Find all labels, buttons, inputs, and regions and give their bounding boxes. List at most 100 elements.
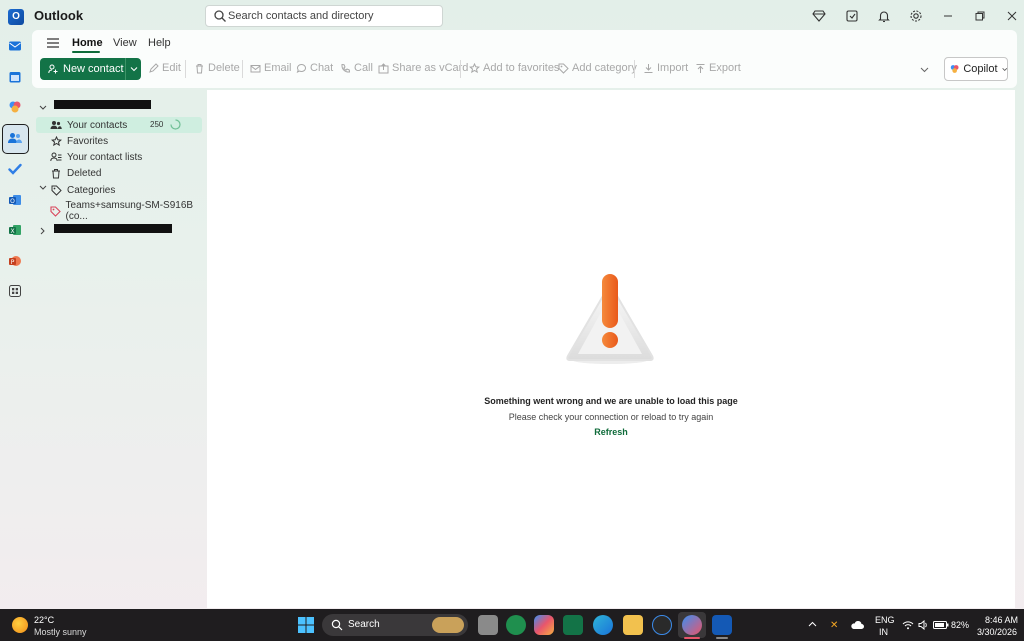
copilot-logo-icon bbox=[950, 65, 959, 73]
chevron-down-icon bbox=[1001, 67, 1007, 71]
copilot-button[interactable]: Copilot bbox=[944, 57, 1008, 81]
task-view-icon[interactable] bbox=[478, 615, 498, 635]
new-contact-button[interactable]: New contact bbox=[40, 58, 141, 80]
search-box[interactable]: Search contacts and directory bbox=[205, 5, 443, 27]
outlook-logo-icon: O bbox=[8, 9, 24, 25]
ribbon: Home View Help New contact Edit Delete E… bbox=[32, 30, 1017, 88]
chevron-up-icon[interactable] bbox=[808, 621, 817, 627]
delete-label: Delete bbox=[208, 62, 240, 74]
search-highlight-image bbox=[432, 617, 464, 633]
category-item[interactable]: Teams+samsung-SM-S916B (co... bbox=[36, 200, 202, 222]
powerpoint-app-icon[interactable]: P bbox=[4, 250, 26, 272]
category-label: Teams+samsung-SM-S916B (co... bbox=[65, 200, 194, 222]
account-1-chevron[interactable] bbox=[39, 100, 47, 114]
file-explorer-icon[interactable] bbox=[623, 615, 643, 635]
import-button[interactable]: Import bbox=[643, 62, 688, 74]
new-contact-label: New contact bbox=[63, 63, 124, 75]
svg-text:O: O bbox=[10, 198, 15, 205]
share-vcard-button[interactable]: Share as vCard bbox=[378, 62, 468, 74]
account-2-chevron[interactable] bbox=[40, 224, 46, 238]
tab-home[interactable]: Home bbox=[72, 37, 103, 49]
call-button[interactable]: Call bbox=[340, 62, 373, 74]
ribbon-divider bbox=[634, 60, 635, 78]
mail-app-icon[interactable] bbox=[4, 35, 26, 57]
search-icon bbox=[214, 10, 226, 22]
excel-app-icon[interactable]: X bbox=[4, 219, 26, 241]
battery-icon[interactable] bbox=[933, 621, 949, 629]
tray-app-icon[interactable]: ✕ bbox=[830, 620, 838, 631]
people-app-icon[interactable] bbox=[4, 127, 26, 149]
folder-favorites[interactable]: Favorites bbox=[36, 133, 202, 149]
more-apps-icon[interactable] bbox=[4, 280, 26, 302]
notifications-bell-icon[interactable] bbox=[876, 8, 892, 24]
error-subtitle: Please check your connection or reload t… bbox=[508, 412, 714, 422]
settings-gear-icon[interactable] bbox=[908, 8, 924, 24]
refresh-link[interactable]: Refresh bbox=[207, 427, 1015, 437]
outlook-app-icon[interactable]: O bbox=[4, 189, 26, 211]
edge-browser-icon[interactable] bbox=[593, 615, 613, 635]
add-to-favorites-button[interactable]: Add to favorites bbox=[469, 62, 559, 74]
search-placeholder: Search contacts and directory bbox=[228, 10, 374, 22]
language-indicator[interactable]: ENG bbox=[875, 615, 895, 625]
account-1-name-redacted[interactable] bbox=[54, 100, 151, 109]
new-contact-dropdown[interactable] bbox=[125, 58, 141, 80]
region-indicator[interactable]: IN bbox=[879, 627, 888, 637]
folder-label: Categories bbox=[67, 184, 116, 196]
edit-button[interactable]: Edit bbox=[148, 62, 181, 74]
running-indicator bbox=[716, 637, 728, 639]
outlook-taskbar-icon[interactable] bbox=[712, 615, 732, 635]
chat-button[interactable]: Chat bbox=[296, 62, 333, 74]
speaker-icon[interactable] bbox=[918, 620, 928, 630]
svg-text:P: P bbox=[11, 259, 15, 266]
folder-deleted[interactable]: Deleted bbox=[36, 165, 202, 181]
premium-diamond-icon[interactable] bbox=[811, 8, 827, 24]
people-icon bbox=[49, 120, 63, 130]
onedrive-cloud-icon[interactable] bbox=[850, 620, 864, 630]
ribbon-divider bbox=[242, 60, 243, 78]
temperature[interactable]: 22°C bbox=[34, 615, 54, 625]
share-icon bbox=[378, 62, 389, 73]
email-button[interactable]: Email bbox=[250, 62, 292, 74]
wifi-icon[interactable] bbox=[902, 620, 914, 630]
folder-your-contacts[interactable]: Your contacts 250 bbox=[36, 117, 202, 133]
battery-percent[interactable]: 82% bbox=[951, 620, 969, 630]
taskbar-search[interactable]: Search bbox=[322, 614, 468, 636]
star-add-icon bbox=[469, 62, 480, 73]
close-icon[interactable] bbox=[1004, 8, 1020, 24]
pencil-icon bbox=[149, 62, 159, 73]
vpn-app-icon[interactable] bbox=[652, 615, 672, 635]
excel-taskbar-icon[interactable] bbox=[563, 615, 583, 635]
my-day-icon[interactable] bbox=[844, 8, 860, 24]
account-2-name-redacted[interactable] bbox=[54, 224, 172, 233]
folder-contact-lists[interactable]: Your contact lists bbox=[36, 149, 202, 165]
tab-help[interactable]: Help bbox=[148, 37, 171, 49]
title-bar: O Outlook Search contacts and directory bbox=[0, 0, 1024, 32]
add-contact-icon bbox=[48, 64, 58, 74]
todo-app-icon[interactable] bbox=[4, 158, 26, 180]
calendar-app-icon[interactable] bbox=[4, 66, 26, 88]
photos-app-icon[interactable] bbox=[682, 615, 702, 635]
weather-sun-icon[interactable] bbox=[12, 617, 28, 633]
hamburger-menu-icon[interactable] bbox=[46, 37, 60, 49]
main-content-pane: Something went wrong and we are unable t… bbox=[207, 90, 1015, 608]
export-arrow-icon bbox=[696, 63, 705, 73]
call-label: Call bbox=[354, 62, 373, 74]
clock-date[interactable]: 3/30/2026 bbox=[977, 627, 1017, 637]
ribbon-expand-chevron-icon[interactable] bbox=[920, 67, 929, 73]
tag-icon bbox=[49, 185, 63, 196]
minimize-icon[interactable] bbox=[940, 8, 956, 24]
add-category-button[interactable]: Add category bbox=[558, 62, 637, 74]
copilot-taskbar-icon[interactable] bbox=[534, 615, 554, 635]
windows-start-icon[interactable] bbox=[298, 617, 314, 633]
trash-icon bbox=[49, 168, 63, 179]
clock-time[interactable]: 8:46 AM bbox=[985, 615, 1018, 625]
export-button[interactable]: Export bbox=[695, 62, 741, 74]
folder-pane: Your contacts 250 Favorites Your contact… bbox=[32, 90, 206, 608]
folder-categories[interactable]: Categories bbox=[36, 182, 202, 198]
delete-button[interactable]: Delete bbox=[194, 62, 240, 74]
copilot-app-icon[interactable] bbox=[4, 96, 26, 118]
restore-icon[interactable] bbox=[972, 8, 988, 24]
tab-view[interactable]: View bbox=[113, 37, 137, 49]
game-app-icon[interactable] bbox=[506, 615, 526, 635]
weather-description[interactable]: Mostly sunny bbox=[34, 627, 87, 637]
